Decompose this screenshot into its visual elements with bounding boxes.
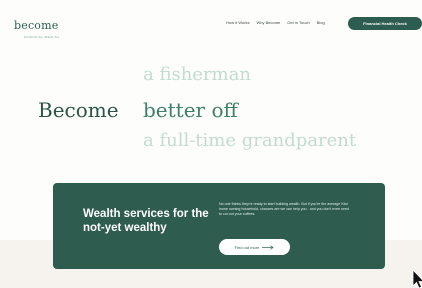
find-out-more-label: Find out more [234, 244, 260, 250]
find-out-more-button[interactable]: Find out more [219, 239, 290, 255]
hero-word-active: better off [143, 98, 238, 122]
card-description: No one thinks they're ready to start bui… [219, 202, 349, 217]
logo-wordmark: become [14, 19, 59, 32]
hero-word-previous: a fisherman [143, 64, 251, 85]
mouse-cursor-icon [412, 269, 422, 288]
wealth-services-card: Wealth services for the not-yet wealthy … [53, 183, 385, 269]
logo-tagline: FINANCIAL WEALTH [24, 35, 60, 39]
main-nav: How it Works Why Become Get in Touch Blo… [226, 20, 325, 25]
hero-prefix: Become [38, 98, 119, 122]
card-title: Wealth services for the not-yet wealthy [83, 208, 209, 234]
site-header: become FINANCIAL WEALTH How it Works Why… [0, 8, 422, 42]
logo[interactable]: become FINANCIAL WEALTH [14, 16, 59, 39]
nav-link-why-become[interactable]: Why Become [256, 20, 280, 25]
financial-health-check-button[interactable]: Financial Health Check [348, 17, 422, 30]
nav-link-how-it-works[interactable]: How it Works [226, 20, 249, 25]
nav-link-blog[interactable]: Blog [317, 20, 325, 25]
hero-rotating-headline: a fisherman Become better off a full-tim… [0, 60, 422, 160]
hero-word-next: a full-time grandparent [143, 130, 357, 151]
arrow-right-icon [262, 244, 274, 250]
nav-link-get-in-touch[interactable]: Get in Touch [287, 20, 309, 25]
